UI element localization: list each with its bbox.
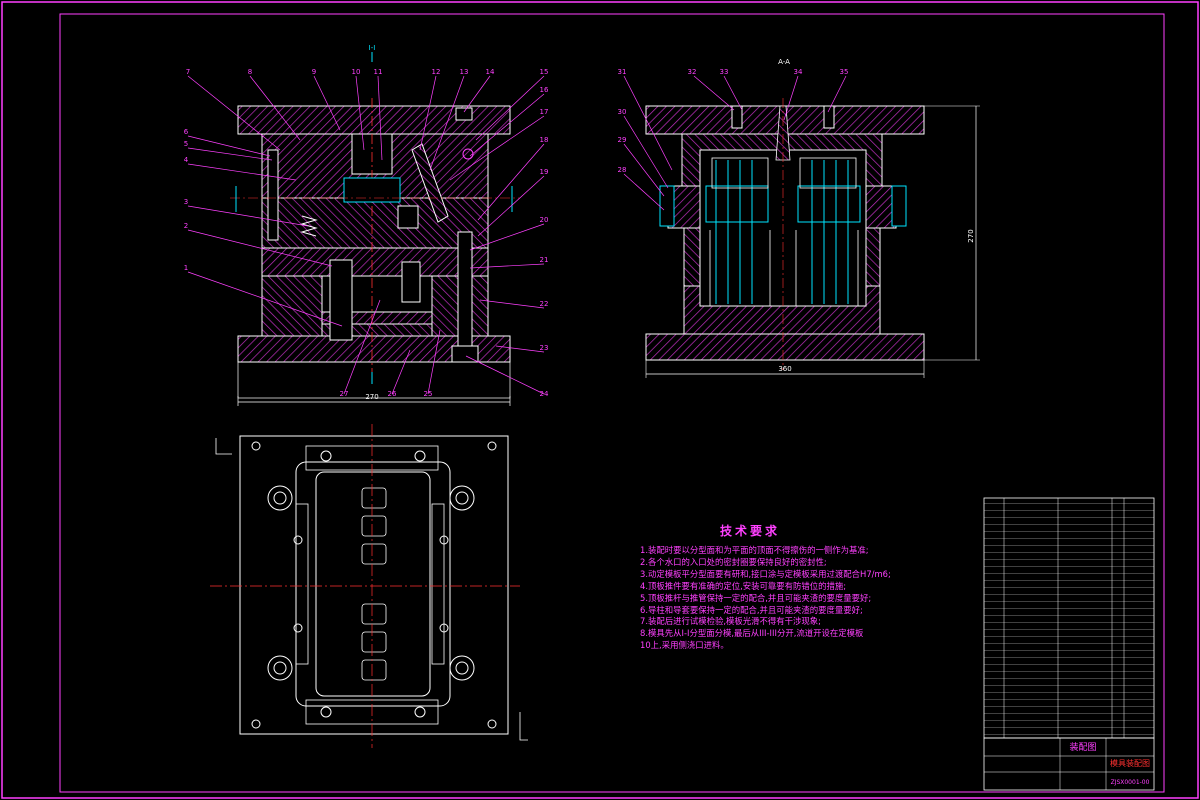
section-mark-right: A-A	[778, 58, 790, 66]
plan-view	[210, 424, 528, 748]
left-callout-20: 20	[540, 216, 549, 224]
left-callout-14: 14	[486, 68, 495, 76]
right-width-dimension: 360	[778, 365, 791, 373]
left-callout-9: 9	[312, 68, 316, 76]
left-callout-26: 26	[388, 390, 397, 398]
tech-requirement-item: 6.导柱和导套要保持一定的配合,并且可能夹渣的要度量要好;	[640, 604, 863, 615]
left-callout-27: 27	[340, 390, 349, 398]
drawing-title: 模具装配图	[1110, 758, 1150, 768]
left-callout-19: 19	[540, 168, 549, 176]
left-callout-23: 23	[540, 344, 549, 352]
right-callout-34: 34	[794, 68, 803, 76]
left-callout-15: 15	[540, 68, 549, 76]
tech-requirement-item: 2.各个水口的入口处的密封圈要保持良好的密封性;	[640, 556, 827, 567]
tech-requirement-item: 7.装配后进行试模检验,模板光滑不得有干涉现象;	[640, 616, 821, 627]
drawing-number: ZJSX0001-00	[1111, 779, 1150, 786]
left-callout-16: 16	[540, 86, 549, 94]
left-callout-1: 1	[184, 264, 188, 272]
right-callout-33: 33	[720, 68, 729, 76]
left-callout-6: 6	[184, 128, 189, 136]
tech-requirement-item: 10上,采用侧浇口进料。	[640, 640, 729, 651]
right-callout-28: 28	[618, 166, 627, 174]
right-callout-32: 32	[688, 68, 697, 76]
left-callout-2: 2	[184, 222, 188, 230]
left-callout-11: 11	[374, 68, 383, 76]
right-callout-31: 31	[618, 68, 627, 76]
right-height-dimension: 270	[967, 229, 975, 242]
left-callout-13: 13	[460, 68, 469, 76]
left-callout-4: 4	[184, 156, 189, 164]
right-callout-29: 29	[618, 136, 627, 144]
tech-requirement-item: 3.动定模板平分型面要有研和,接口涂与定模板采用过渡配合H7/m6;	[640, 568, 891, 579]
left-callout-25: 25	[424, 390, 433, 398]
left-callout-24: 24	[540, 390, 549, 398]
right-section-view	[645, 98, 980, 378]
right-callout-35: 35	[840, 68, 849, 76]
left-callout-22: 22	[540, 300, 549, 308]
left-callout-7: 7	[186, 68, 190, 76]
tech-requirement-item: 1.装配时要以分型面和为平面的顶面不得擦伤的一侧作为基准;	[640, 545, 869, 555]
left-callout-21: 21	[540, 256, 549, 264]
left-callout-8: 8	[248, 68, 252, 76]
section-mark-left: I-I	[369, 44, 376, 52]
right-callout-30: 30	[618, 108, 627, 116]
left-callout-17: 17	[540, 108, 549, 116]
left-section-view	[230, 52, 520, 406]
drawing-name: 装配图	[1069, 741, 1096, 753]
tech-requirement-item: 8.模具先从I-I分型面分模,最后从III-III分开,流道开设在定模板	[640, 628, 864, 639]
left-callout-5: 5	[184, 140, 188, 148]
left-callout-10: 10	[352, 68, 361, 76]
tech-requirement-item: 4.顶板推件要有准确的定位,安装可靠要有防错位的措施;	[640, 580, 847, 591]
left-callout-12: 12	[432, 68, 441, 76]
left-callout-3: 3	[184, 198, 188, 206]
tech-requirements-list: 1.装配时要以分型面和为平面的顶面不得擦伤的一侧作为基准; 2.各个水口的入口处…	[640, 545, 970, 652]
left-callout-18: 18	[540, 136, 549, 144]
assembly-drawing: 270 360 270 I-I A-A 装配图 模具装配图 ZJSX0001-0…	[1, 1, 1199, 799]
left-width-dimension: 270	[365, 393, 378, 401]
tech-requirements-title: 技术要求	[720, 524, 781, 538]
tech-requirement-item: 5.顶板推杆与推管保持一定的配合,并且可能夹渣的要度量要好;	[640, 592, 872, 603]
